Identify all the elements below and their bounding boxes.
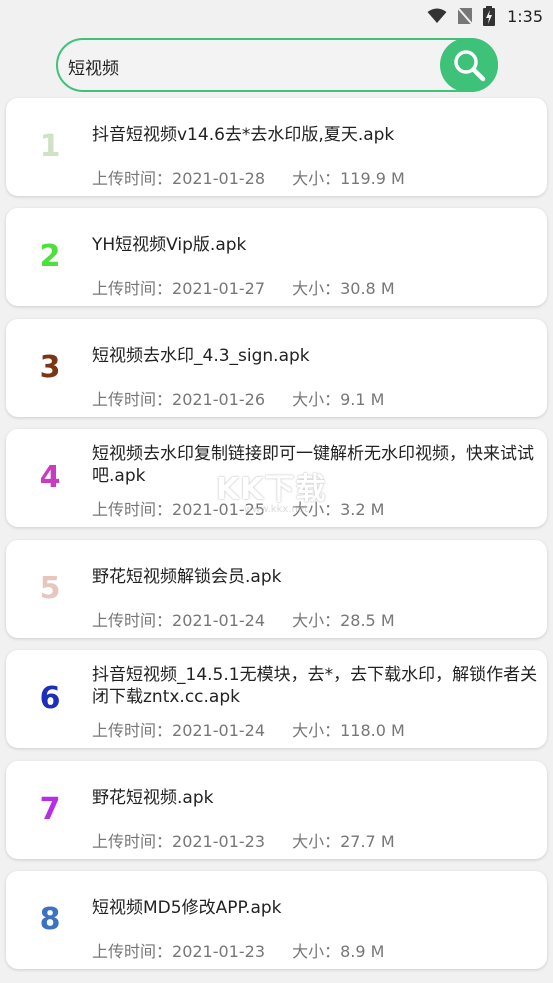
list-item[interactable]: 1 抖音短视频v14.6去*去水印版,夏天.apk 上传时间：2021-01-2… xyxy=(6,98,547,196)
item-meta: 上传时间：2021-01-24 大小：118.0 M xyxy=(92,721,532,741)
status-bar: 1:35 xyxy=(0,0,553,32)
upload-date: 2021-01-27 xyxy=(172,279,265,298)
item-title: YH短视频Vip版.apk xyxy=(92,235,247,255)
upload-date: 2021-01-23 xyxy=(172,942,265,961)
file-size: 30.8 M xyxy=(340,279,395,298)
item-index: 5 xyxy=(39,571,61,606)
size-label: 大小： xyxy=(292,721,341,740)
list-item[interactable]: 3 短视频去水印_4.3_sign.apk 上传时间：2021-01-26 大小… xyxy=(6,319,547,417)
list-item[interactable]: 4 短视频去水印复制链接即可一键解析无水印视频，快来试试吧.apk 上传时间：2… xyxy=(6,429,547,527)
item-meta: 上传时间：2021-01-23 大小：27.7 M xyxy=(92,832,532,852)
upload-date: 2021-01-24 xyxy=(172,611,265,630)
upload-date: 2021-01-25 xyxy=(172,500,265,519)
file-size: 8.9 M xyxy=(340,942,385,961)
no-signal-icon xyxy=(457,7,473,25)
item-index: 2 xyxy=(39,239,61,274)
size-label: 大小： xyxy=(292,169,341,188)
file-size: 27.7 M xyxy=(340,832,395,851)
item-title: 抖音短视频_14.5.1无模块，去*，去下载水印，解锁作者关闭下载zntx.cc… xyxy=(92,665,538,707)
search-box xyxy=(56,38,498,92)
item-index: 7 xyxy=(39,792,61,827)
list-item[interactable]: 6 抖音短视频_14.5.1无模块，去*，去下载水印，解锁作者关闭下载zntx.… xyxy=(6,650,547,748)
search-button[interactable] xyxy=(440,38,498,92)
search-input[interactable] xyxy=(68,53,428,79)
size-label: 大小： xyxy=(292,279,341,298)
search-bar xyxy=(56,38,498,92)
item-index: 8 xyxy=(39,902,61,937)
item-index: 3 xyxy=(39,350,61,385)
size-label: 大小： xyxy=(292,942,341,961)
file-size: 28.5 M xyxy=(340,611,395,630)
search-icon xyxy=(454,50,486,82)
item-title: 野花短视频解锁会员.apk xyxy=(92,567,282,587)
size-label: 大小： xyxy=(292,390,341,409)
item-title: 短视频去水印复制链接即可一键解析无水印视频，快来试试吧.apk xyxy=(92,444,534,486)
upload-time-label: 上传时间： xyxy=(92,390,173,409)
upload-time-label: 上传时间： xyxy=(92,279,173,298)
item-index: 1 xyxy=(39,129,61,164)
upload-date: 2021-01-28 xyxy=(172,169,265,188)
item-index: 4 xyxy=(39,460,61,495)
list-item[interactable]: 5 野花短视频解锁会员.apk 上传时间：2021-01-24 大小：28.5 … xyxy=(6,540,547,638)
item-meta: 上传时间：2021-01-27 大小：30.8 M xyxy=(92,279,532,299)
item-title: 抖音短视频v14.6去*去水印版,夏天.apk xyxy=(92,125,395,145)
size-label: 大小： xyxy=(292,500,341,519)
upload-time-label: 上传时间： xyxy=(92,169,173,188)
list-item[interactable]: 7 野花短视频.apk 上传时间：2021-01-23 大小：27.7 M xyxy=(6,761,547,859)
item-title: 短视频MD5修改APP.apk xyxy=(92,898,282,918)
upload-time-label: 上传时间： xyxy=(92,500,173,519)
item-title: 野花短视频.apk xyxy=(92,788,214,808)
item-meta: 上传时间：2021-01-25 大小：3.2 M xyxy=(92,500,532,520)
upload-time-label: 上传时间： xyxy=(92,721,173,740)
file-size: 3.2 M xyxy=(340,500,385,519)
item-meta: 上传时间：2021-01-28 大小：119.9 M xyxy=(92,169,532,189)
upload-time-label: 上传时间： xyxy=(92,942,173,961)
item-meta: 上传时间：2021-01-24 大小：28.5 M xyxy=(92,611,532,631)
upload-date: 2021-01-23 xyxy=(172,832,265,851)
item-meta: 上传时间：2021-01-26 大小：9.1 M xyxy=(92,390,532,410)
battery-charging-icon xyxy=(483,6,496,26)
file-size: 9.1 M xyxy=(340,390,385,409)
upload-time-label: 上传时间： xyxy=(92,832,173,851)
item-meta: 上传时间：2021-01-23 大小：8.9 M xyxy=(92,942,532,962)
item-index: 6 xyxy=(39,681,61,716)
file-size: 119.9 M xyxy=(340,169,405,188)
list-item[interactable]: 2 YH短视频Vip版.apk 上传时间：2021-01-27 大小：30.8 … xyxy=(6,208,547,306)
size-label: 大小： xyxy=(292,832,341,851)
wifi-icon xyxy=(427,8,447,23)
size-label: 大小： xyxy=(292,611,341,630)
list-item[interactable]: 8 短视频MD5修改APP.apk 上传时间：2021-01-23 大小：8.9… xyxy=(6,871,547,969)
item-title: 短视频去水印_4.3_sign.apk xyxy=(92,346,310,366)
file-size: 118.0 M xyxy=(340,721,405,740)
upload-date: 2021-01-26 xyxy=(172,390,265,409)
status-time: 1:35 xyxy=(507,6,543,26)
upload-date: 2021-01-24 xyxy=(172,721,265,740)
upload-time-label: 上传时间： xyxy=(92,611,173,630)
